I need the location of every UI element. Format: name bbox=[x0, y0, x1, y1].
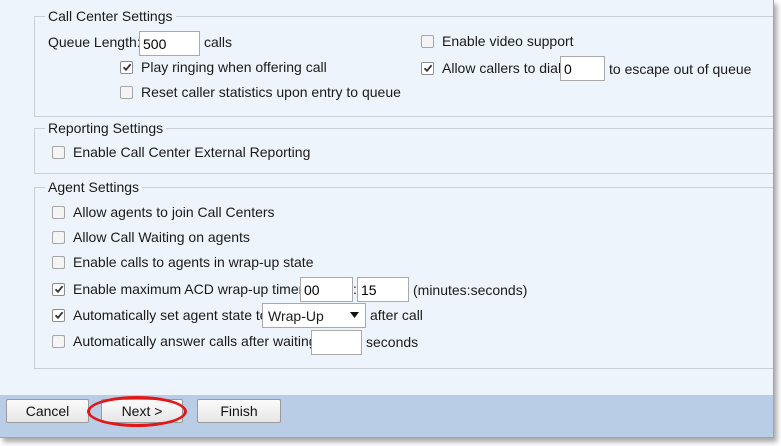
next-button-highlight-ring bbox=[87, 396, 187, 427]
reset-stats-label: Reset caller statistics upon entry to qu… bbox=[141, 84, 401, 100]
wrapup-calls-checkbox[interactable] bbox=[52, 255, 65, 269]
video-support-checkbox[interactable] bbox=[421, 34, 434, 48]
auto-state-label: Automatically set agent state to bbox=[73, 307, 268, 323]
video-support-option[interactable]: Enable video support bbox=[421, 30, 574, 52]
finish-button[interactable]: Finish bbox=[197, 399, 281, 423]
acd-timer-unit: (minutes:seconds) bbox=[413, 282, 528, 298]
queue-length-label: Queue Length: bbox=[48, 34, 141, 50]
auto-state-option: Automatically set agent state to bbox=[52, 304, 268, 326]
reset-stats-checkbox[interactable] bbox=[120, 85, 133, 99]
play-ringing-option[interactable]: Play ringing when offering call bbox=[120, 56, 327, 78]
external-reporting-checkbox[interactable] bbox=[52, 145, 65, 159]
reset-stats-option[interactable]: Reset caller statistics upon entry to qu… bbox=[120, 81, 401, 103]
checkmark-icon bbox=[54, 311, 63, 320]
escape-checkbox[interactable] bbox=[421, 61, 434, 75]
join-centers-label: Allow agents to join Call Centers bbox=[73, 204, 275, 220]
call-center-settings-legend: Call Center Settings bbox=[45, 8, 176, 24]
agent-settings-legend: Agent Settings bbox=[45, 179, 143, 195]
call-waiting-checkbox[interactable] bbox=[52, 230, 65, 244]
acd-minutes-input[interactable] bbox=[300, 277, 353, 302]
queue-length-input[interactable] bbox=[139, 31, 200, 56]
call-waiting-label: Allow Call Waiting on agents bbox=[73, 229, 250, 245]
auto-answer-seconds-input[interactable] bbox=[311, 330, 362, 355]
call-waiting-option[interactable]: Allow Call Waiting on agents bbox=[52, 226, 250, 248]
auto-answer-checkbox[interactable] bbox=[52, 334, 65, 348]
auto-answer-option: Automatically answer calls after waiting bbox=[52, 330, 317, 352]
reporting-settings-legend: Reporting Settings bbox=[45, 120, 167, 136]
join-centers-checkbox[interactable] bbox=[52, 205, 65, 219]
wizard-panel: Call Center Settings Queue Length: calls… bbox=[0, 0, 774, 438]
queue-length-unit: calls bbox=[204, 34, 233, 50]
play-ringing-checkbox[interactable] bbox=[120, 60, 133, 74]
escape-label: Allow callers to dial bbox=[442, 60, 562, 76]
auto-answer-suffix: seconds bbox=[366, 334, 419, 350]
acd-timer-option: Enable maximum ACD wrap-up timer: bbox=[52, 278, 307, 300]
agent-state-select[interactable]: Wrap-Up bbox=[262, 303, 366, 328]
checkmark-icon bbox=[423, 64, 432, 73]
escape-digit-input[interactable] bbox=[560, 56, 605, 81]
auto-answer-label: Automatically answer calls after waiting bbox=[73, 333, 317, 349]
cancel-button[interactable]: Cancel bbox=[6, 399, 89, 423]
checkmark-icon bbox=[54, 285, 63, 294]
join-centers-option[interactable]: Allow agents to join Call Centers bbox=[52, 201, 275, 223]
external-reporting-option[interactable]: Enable Call Center External Reporting bbox=[52, 141, 310, 163]
dropdown-arrow-icon bbox=[350, 312, 359, 318]
video-support-label: Enable video support bbox=[442, 33, 574, 49]
play-ringing-label: Play ringing when offering call bbox=[141, 59, 327, 75]
acd-timer-label: Enable maximum ACD wrap-up timer: bbox=[73, 281, 308, 297]
auto-state-checkbox[interactable] bbox=[52, 308, 65, 322]
escape-suffix: to escape out of queue bbox=[609, 61, 752, 77]
wrapup-calls-option[interactable]: Enable calls to agents in wrap-up state bbox=[52, 251, 313, 273]
agent-state-selected: Wrap-Up bbox=[268, 307, 324, 324]
external-reporting-label: Enable Call Center External Reporting bbox=[73, 144, 311, 160]
escape-option: Allow callers to dial bbox=[421, 57, 561, 79]
acd-seconds-input[interactable] bbox=[357, 277, 409, 302]
wrapup-calls-label: Enable calls to agents in wrap-up state bbox=[73, 254, 314, 270]
auto-state-suffix: after call bbox=[370, 307, 423, 323]
checkmark-icon bbox=[122, 63, 131, 72]
acd-timer-checkbox[interactable] bbox=[52, 282, 65, 296]
